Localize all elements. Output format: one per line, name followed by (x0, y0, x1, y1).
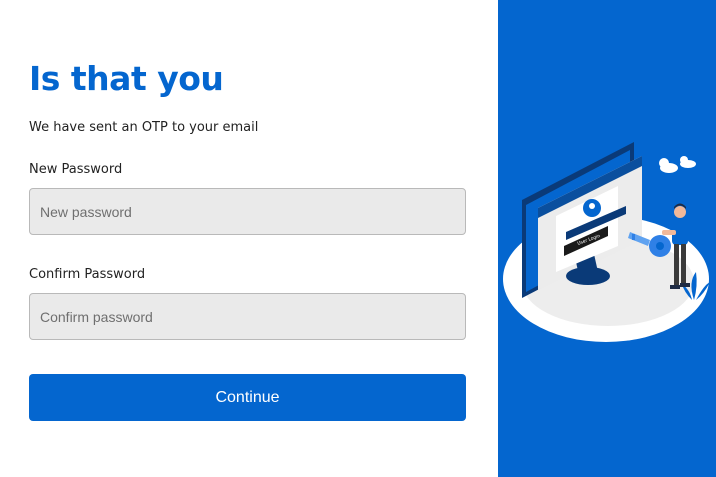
continue-button[interactable]: Continue (29, 374, 466, 421)
confirm-password-label: Confirm Password (29, 267, 146, 282)
otp-sent-message: We have sent an OTP to your email (29, 120, 259, 135)
new-password-input[interactable] (29, 188, 466, 235)
illustration-panel: User Login (498, 0, 716, 477)
login-illustration: User Login (503, 142, 710, 342)
cloud-icon (659, 156, 696, 173)
login-form-panel: Is that you We have sent an OTP to your … (0, 0, 498, 477)
confirm-password-input[interactable] (29, 293, 466, 340)
page-title: Is that you (29, 59, 224, 98)
new-password-label: New Password (29, 162, 123, 177)
